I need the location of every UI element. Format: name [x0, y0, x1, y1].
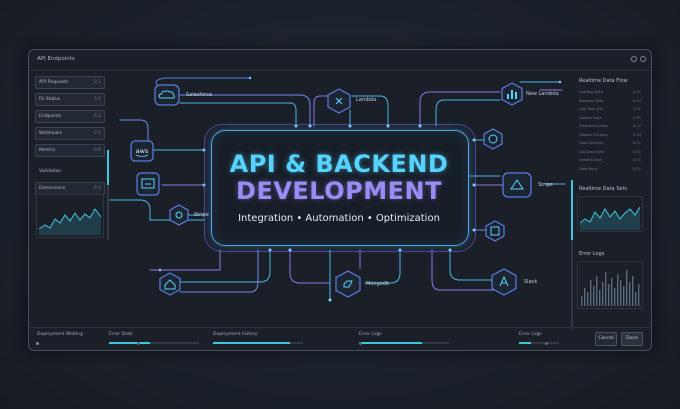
- lambda-label: Lambda: [356, 97, 377, 103]
- svg-text:aws: aws: [136, 147, 149, 155]
- new-lambda-label: New Lambda: [526, 91, 559, 97]
- home-icon: [159, 272, 181, 296]
- stripe-label: Stripe: [538, 182, 553, 188]
- aws-icon: aws: [130, 140, 154, 162]
- slack-icon: [491, 268, 517, 296]
- mongodb-icon: [335, 270, 361, 298]
- svg-text:✕: ✕: [334, 95, 343, 108]
- salesforce-icon: [154, 84, 180, 106]
- export-icon: [485, 220, 505, 242]
- hero-title-line2: DEVELOPMENT: [236, 177, 442, 205]
- mongodb-label: Mongodb: [366, 281, 390, 287]
- stripe-icon: [502, 172, 532, 198]
- salesforce-label: Salesforce: [186, 92, 212, 98]
- hero-title-line1: API & BACKEND: [229, 150, 449, 178]
- slack-label: Slack: [524, 279, 538, 285]
- hexagon-gear-icon: [169, 204, 189, 226]
- lambda-icon: ✕: [327, 88, 351, 114]
- monitor-icon: [136, 172, 160, 196]
- bar-chart-icon: [501, 82, 523, 106]
- cloud-refresh-icon: [483, 128, 503, 150]
- hero-tagline: Integration • Automation • Optimization: [238, 213, 440, 224]
- stripe-left-label: Stripe: [194, 212, 209, 218]
